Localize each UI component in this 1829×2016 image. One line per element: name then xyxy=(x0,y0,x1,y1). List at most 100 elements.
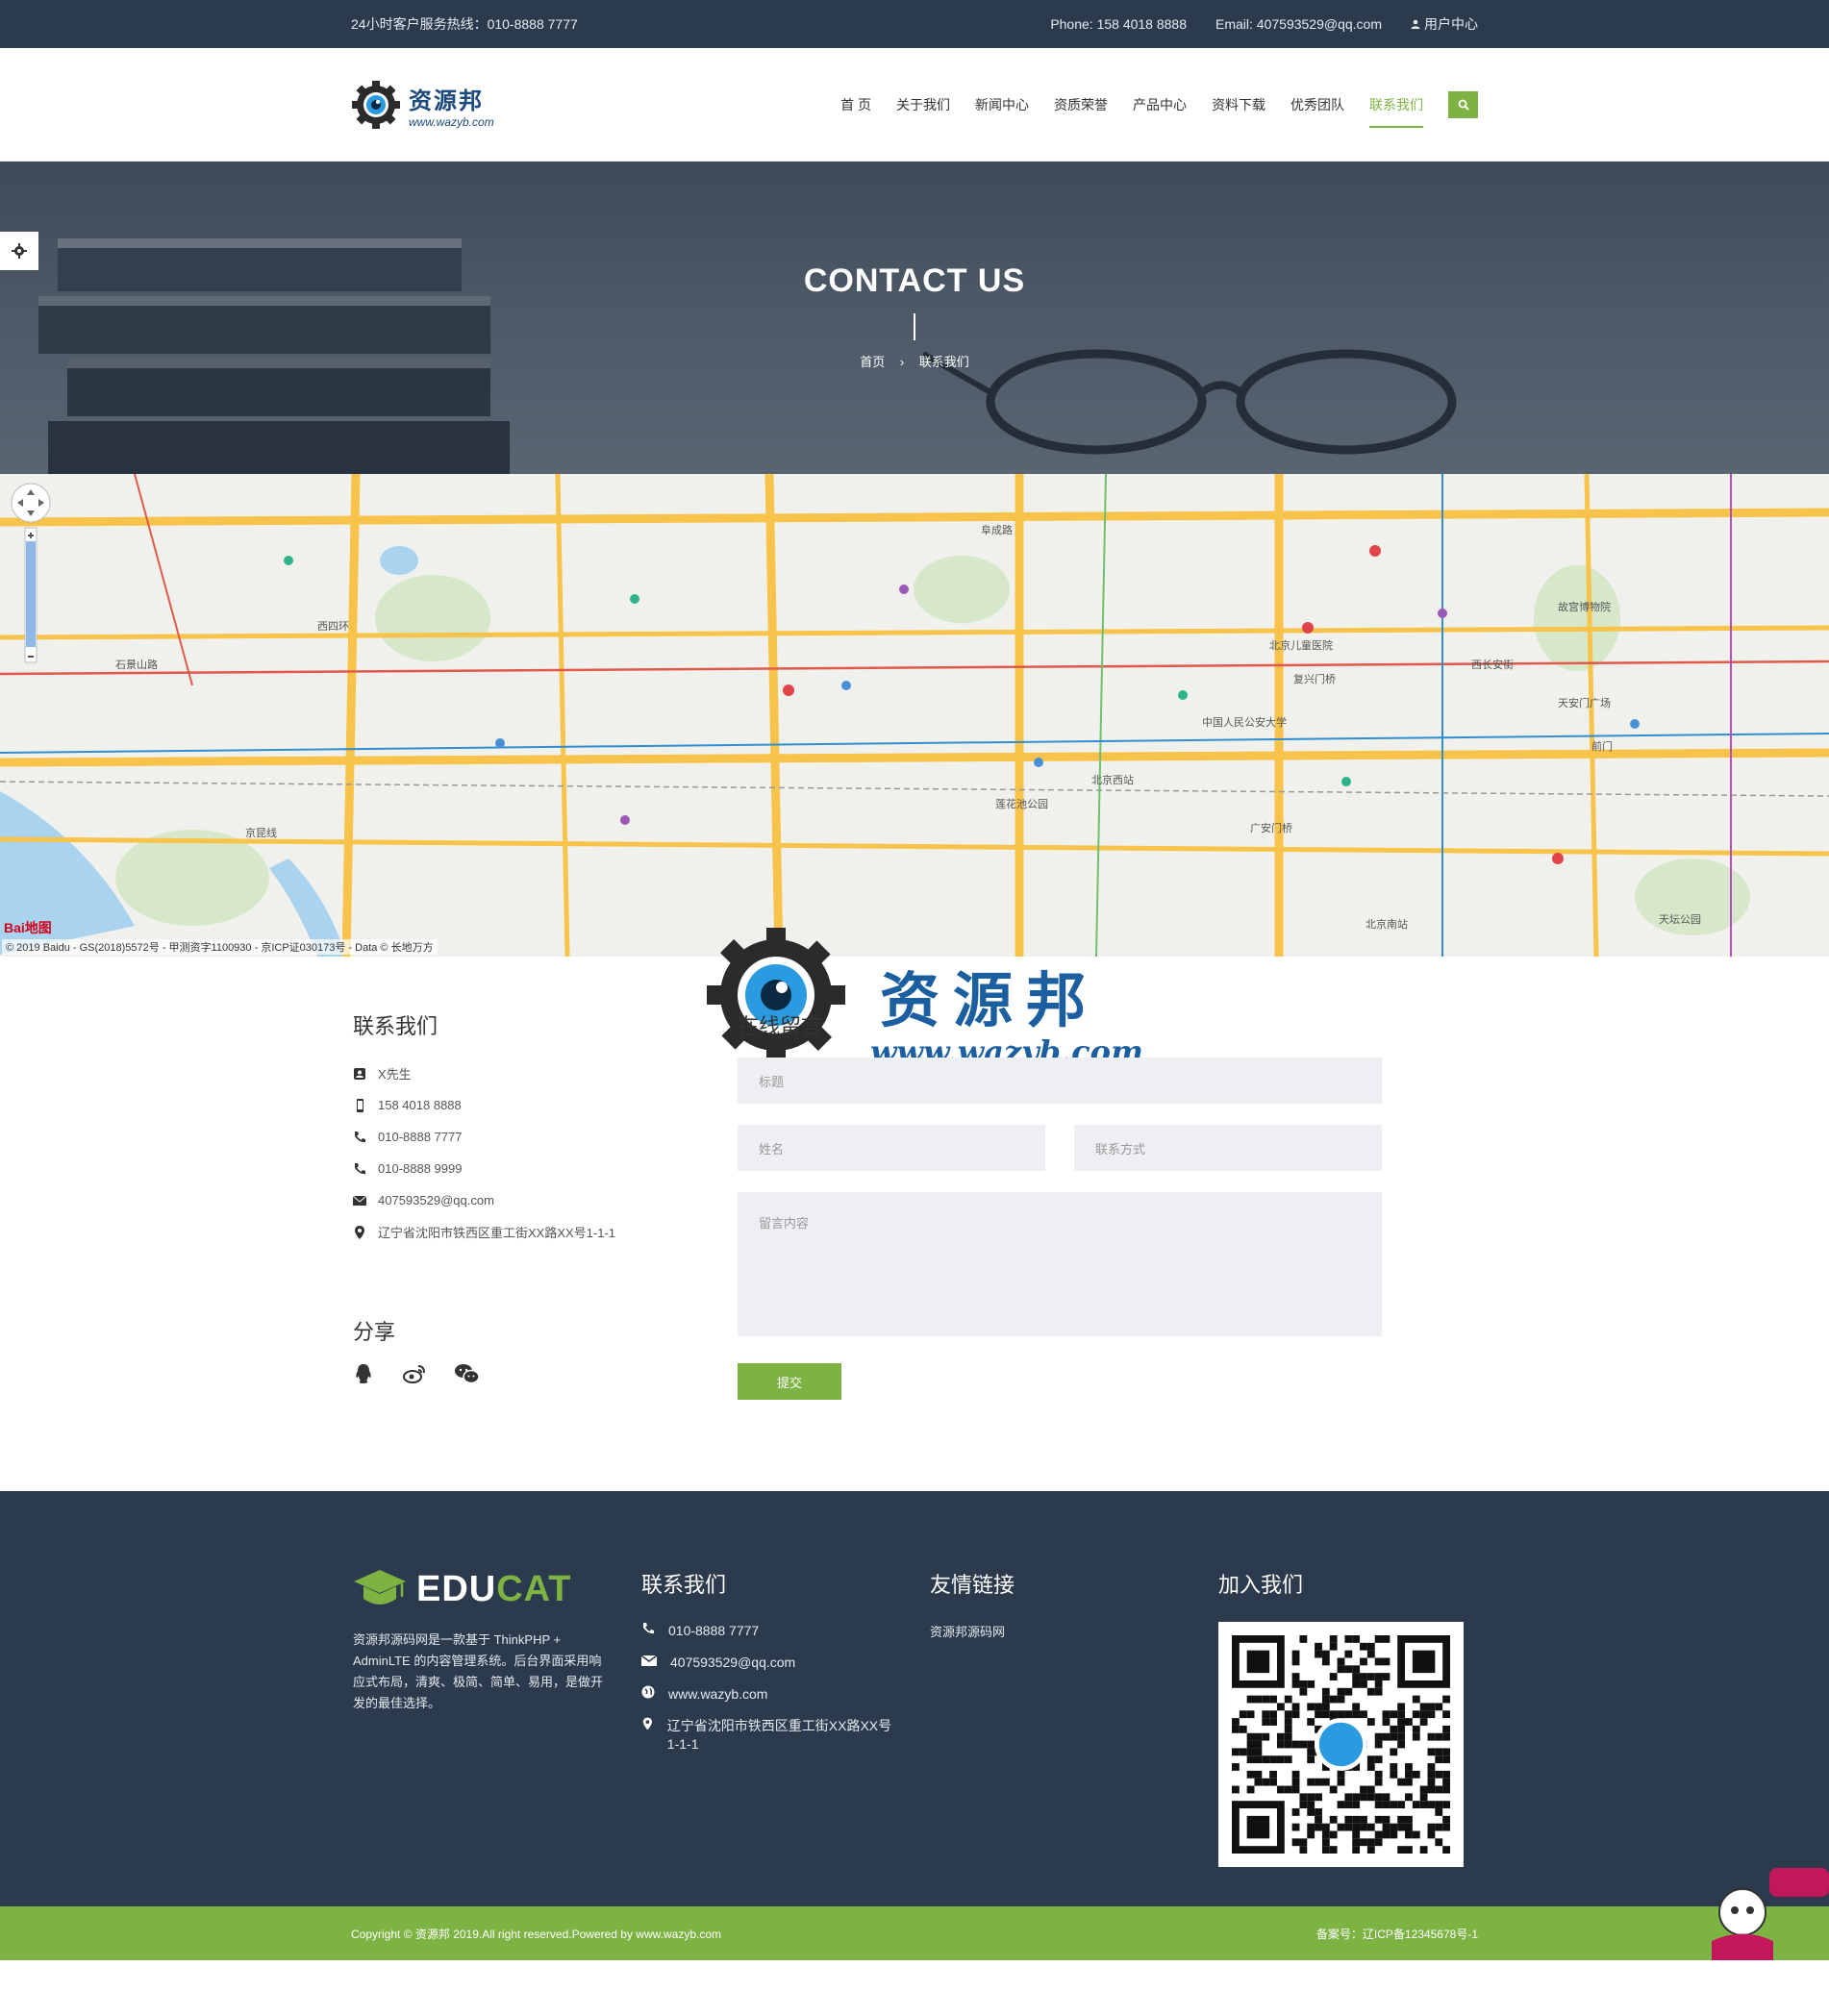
copyright-text: Copyright © 资源邦 2019.All right reserved.… xyxy=(351,1927,721,1941)
footer-links-title: 友情链接 xyxy=(930,1573,1015,1597)
map-label: 复兴门桥 xyxy=(1293,674,1336,685)
footer-contact-row: 407593529@qq.com xyxy=(641,1654,901,1672)
footer-email: 407593529@qq.com xyxy=(670,1655,796,1670)
search-icon xyxy=(1458,99,1469,111)
user-icon xyxy=(354,1067,365,1080)
footer-phone: 010-8888 7777 xyxy=(668,1623,760,1638)
nav-about[interactable]: 关于我们 xyxy=(896,89,950,120)
map-label: 广安门桥 xyxy=(1250,823,1292,834)
contact-row: 010-8888 9999 xyxy=(353,1153,718,1184)
map-label: 中国人民公安大学 xyxy=(1202,717,1287,729)
contact-row: 010-8888 7777 xyxy=(353,1121,718,1153)
contact-section: 资源邦 www.wazyb.com 联系我们 X先生 158 4018 8888… xyxy=(0,928,1829,1491)
icp-record[interactable]: 备案号：辽ICP备12345678号-1 xyxy=(1316,1926,1478,1942)
footer-contact-row: 辽宁省沈阳市铁西区重工街XX路XX号1-1-1 xyxy=(641,1717,901,1754)
map-label: 天安门广场 xyxy=(1558,698,1611,709)
page-banner: CONTACT US 首页 › 联系我们 xyxy=(0,162,1829,474)
contact-row: 407593529@qq.com xyxy=(353,1184,718,1216)
site-header: 资源邦 www.wazyb.com 首 页 关于我们 新闻中心 资质荣誉 产品中… xyxy=(0,48,1829,162)
top-bar: 24小时客户服务热线：010-8888 7777 Phone: 158 4018… xyxy=(0,0,1829,48)
footer-address: 辽宁省沈阳市铁西区重工街XX路XX号1-1-1 xyxy=(666,1718,892,1752)
map-label: 西长安街 xyxy=(1471,660,1514,671)
contact-method-input[interactable]: 联系方式 xyxy=(1074,1125,1382,1171)
nav-downloads[interactable]: 资料下载 xyxy=(1212,89,1265,120)
phone-icon xyxy=(355,1131,365,1142)
map-label: 北京儿童医院 xyxy=(1269,640,1333,652)
qr-code-image xyxy=(1218,1622,1464,1867)
footer-about: EDUCAT 资源邦源码网是一款基于 ThinkPHP + AdminLTE 的… xyxy=(353,1568,622,1714)
user-center-link[interactable]: 用户中心 xyxy=(1411,14,1478,34)
logo-url: www.wazyb.com xyxy=(409,114,494,129)
breadcrumb-home[interactable]: 首页 xyxy=(860,355,885,369)
graduation-cap-icon xyxy=(354,1570,406,1605)
gear-eye-logo-icon xyxy=(352,81,400,129)
breadcrumb-separator: › xyxy=(899,355,905,369)
globe-icon xyxy=(641,1685,655,1699)
nav-products[interactable]: 产品中心 xyxy=(1133,89,1187,120)
wechat-icon[interactable] xyxy=(455,1363,480,1384)
nav-honors[interactable]: 资质荣誉 xyxy=(1054,89,1108,120)
baidu-map[interactable]: 石景山路 阜成路 西四环 西长安街 复兴门桥 中国人民公安大学 北京西站 故宫博… xyxy=(0,474,1829,957)
contact-row: 辽宁省沈阳市铁西区重工街XX路XX号1-1-1 xyxy=(353,1216,718,1248)
contact-row: 158 4018 8888 xyxy=(353,1089,718,1121)
copyright-bar: Copyright © 资源邦 2019.All right reserved.… xyxy=(0,1906,1829,1960)
location-icon xyxy=(642,1717,652,1730)
breadcrumb-current: 联系我们 xyxy=(918,355,969,369)
brand-part-a: EDU xyxy=(416,1568,497,1609)
contact-title: 联系我们 xyxy=(353,1014,438,1038)
footer-website[interactable]: www.wazyb.com xyxy=(668,1685,767,1704)
user-center-label: 用户中心 xyxy=(1424,16,1478,32)
map-label: 阜成路 xyxy=(981,525,1013,536)
contact-phone: 010-8888 7777 xyxy=(378,1130,463,1144)
map-label: 北京南站 xyxy=(1365,919,1408,931)
banner-divider xyxy=(914,313,915,340)
contact-name: X先生 xyxy=(378,1067,412,1082)
contact-address: 辽宁省沈阳市铁西区重工街XX路XX号1-1-1 xyxy=(378,1226,616,1240)
name-input[interactable]: 姓名 xyxy=(738,1125,1045,1171)
map-canvas[interactable] xyxy=(0,474,1829,957)
phone-icon xyxy=(643,1623,654,1634)
footer-links: 友情链接 资源邦源码网 xyxy=(930,1568,1015,1640)
footer-about-text: 资源邦源码网是一款基于 ThinkPHP + AdminLTE 的内容管理系统。… xyxy=(353,1632,604,1710)
contact-mobile: 158 4018 8888 xyxy=(378,1098,462,1112)
service-hotline: 24小时客户服务热线：010-8888 7777 xyxy=(351,16,578,32)
search-button[interactable] xyxy=(1448,91,1478,118)
site-logo[interactable]: 资源邦 www.wazyb.com xyxy=(351,80,494,130)
message-textarea[interactable]: 留言内容 xyxy=(738,1192,1382,1336)
phone-icon xyxy=(355,1162,365,1174)
banner-title: CONTACT US xyxy=(803,262,1026,299)
submit-button[interactable]: 提交 xyxy=(738,1363,841,1400)
contact-info: 联系我们 X先生 158 4018 8888 010-8888 7777 010… xyxy=(353,1009,718,1384)
footer-join-title: 加入我们 xyxy=(1218,1573,1304,1597)
map-label: 石景山路 xyxy=(115,660,158,671)
map-label: 京昆线 xyxy=(245,828,277,839)
user-icon xyxy=(1411,19,1420,29)
topbar-email: Email: 407593529@qq.com xyxy=(1215,16,1382,32)
nav-contact[interactable]: 联系我们 xyxy=(1369,89,1423,128)
baidu-map-logo: Bai地图 xyxy=(4,920,52,935)
nav-team[interactable]: 优秀团队 xyxy=(1290,89,1344,120)
location-icon xyxy=(355,1225,364,1239)
footer-contact-row: 010-8888 7777 xyxy=(641,1622,901,1640)
footer-contact-title: 联系我们 xyxy=(641,1573,727,1597)
footer-link[interactable]: 资源邦源码网 xyxy=(930,1622,1015,1640)
gear-icon xyxy=(12,243,27,259)
breadcrumb: 首页 › 联系我们 xyxy=(0,352,1829,370)
footer-brand[interactable]: EDUCAT xyxy=(353,1568,622,1610)
share-title: 分享 xyxy=(353,1320,396,1344)
mail-icon xyxy=(641,1655,657,1666)
share-icons xyxy=(353,1363,718,1384)
map-zoom-control[interactable] xyxy=(10,482,52,664)
brand-part-b: CAT xyxy=(496,1568,572,1609)
qq-icon[interactable] xyxy=(353,1363,374,1384)
footer-join: 加入我们 xyxy=(1218,1568,1464,1867)
map-label: 西四环 xyxy=(317,621,349,633)
nav-home[interactable]: 首 页 xyxy=(840,89,871,120)
weibo-icon[interactable] xyxy=(403,1363,426,1384)
nav-news[interactable]: 新闻中心 xyxy=(975,89,1029,120)
title-input[interactable]: 标题 xyxy=(738,1058,1382,1104)
main-nav: 首 页 关于我们 新闻中心 资质荣誉 产品中心 资料下载 优秀团队 联系我们 xyxy=(840,89,1478,128)
qr-code-pattern xyxy=(1232,1635,1450,1854)
map-label: 北京西站 xyxy=(1091,775,1134,786)
message-form: 在线留言 标题 姓名 联系方式 留言内容 提交 xyxy=(738,1009,1382,1400)
